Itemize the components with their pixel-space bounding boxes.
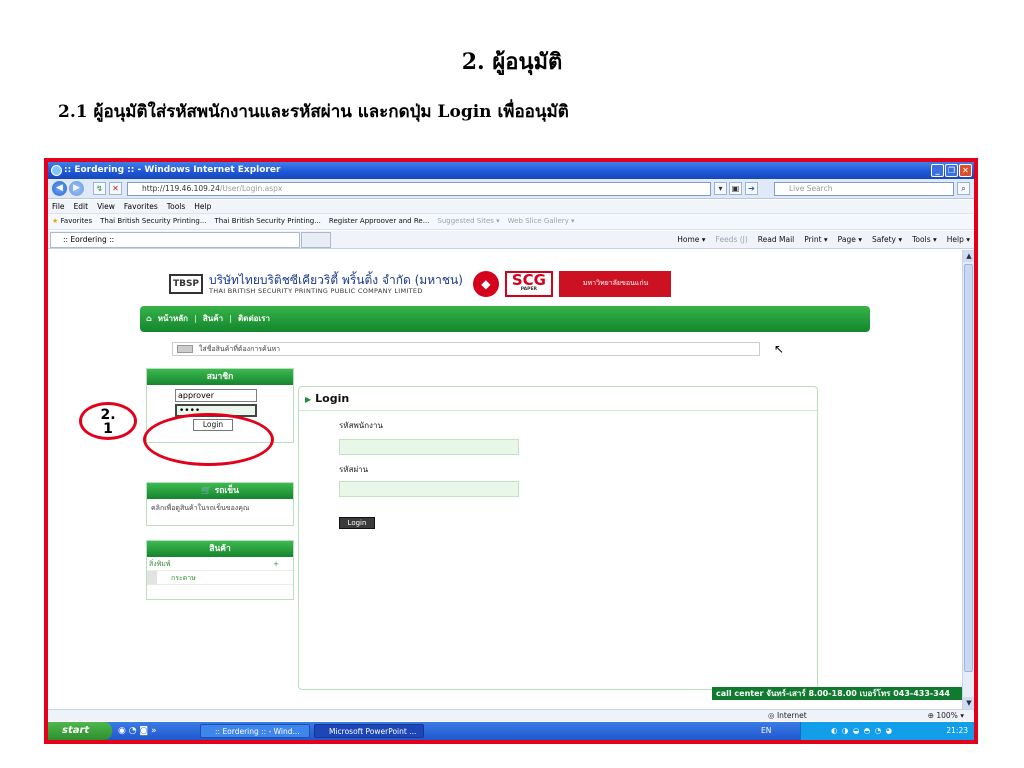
forward-icon[interactable]: ▶ bbox=[69, 181, 84, 196]
web-slice-gallery[interactable]: Web Slice Gallery ▾ bbox=[508, 214, 575, 229]
menu-favorites[interactable]: Favorites bbox=[124, 200, 158, 213]
cart-title: 🛒 รถเข็น bbox=[147, 483, 293, 499]
quick-launch: ◉ ◔ ◙ » bbox=[118, 726, 157, 736]
member-title: สมาชิก bbox=[147, 369, 293, 385]
home-button[interactable]: Home ▾ bbox=[677, 231, 705, 249]
login-button[interactable]: Login bbox=[339, 517, 375, 529]
login-panel: ▶ Login รหัสพนักงาน รหัสผ่าน Login bbox=[298, 386, 818, 690]
products-box: สินค้า สิ่งพิมพ์ + กระดาษ bbox=[146, 540, 294, 600]
slide-subheading: 2.1 ผู้อนุมัติใส่รหัสพนักงานและรหัสผ่าน … bbox=[58, 102, 569, 122]
recent-pages-icon[interactable]: ↯ bbox=[93, 182, 106, 195]
menu-bar: File Edit View Favorites Tools Help bbox=[48, 200, 974, 213]
page-viewport: TBSP บริษัทไทยบริติชซีเคียวริตี้ พริ้นติ… bbox=[48, 250, 962, 709]
tbsp-logo: TBSP bbox=[169, 274, 203, 294]
search-icon[interactable]: ⌕ bbox=[957, 182, 970, 195]
back-icon[interactable]: ◀ bbox=[52, 181, 67, 196]
windows-taskbar: start ◉ ◔ ◙ » :: Eordering :: - Wind... … bbox=[48, 722, 974, 740]
address-bar-row: ◀ ▶ ↯ ✕ http://119.46.109.24/User/Login.… bbox=[48, 179, 974, 199]
suggested-sites[interactable]: Suggested Sites ▾ bbox=[437, 214, 499, 229]
scroll-up-icon[interactable]: ▲ bbox=[963, 250, 974, 262]
call-center-banner: call center จันทร์-เสาร์ 8.00-18.00 เบอร… bbox=[712, 687, 962, 700]
help-menu[interactable]: Help ▾ bbox=[947, 231, 970, 249]
scroll-thumb[interactable] bbox=[964, 264, 973, 672]
feeds-button[interactable]: Feeds (J) bbox=[716, 231, 748, 249]
home-icon: ⌂ bbox=[146, 314, 152, 323]
compat-view-icon[interactable]: ▣ bbox=[729, 182, 742, 195]
command-bar: :: Eordering :: Home ▾ Feeds (J) Read Ma… bbox=[48, 231, 974, 249]
site-nav: ⌂ หน้าหลัก | สินค้า | ติดต่อเรา bbox=[140, 306, 870, 332]
minimize-button[interactable]: _ bbox=[931, 164, 944, 177]
new-tab-button[interactable] bbox=[301, 232, 331, 248]
site-header: TBSP บริษัทไทยบริติชซีเคียวริตี้ พริ้นติ… bbox=[169, 268, 671, 300]
stop-icon[interactable]: ✕ bbox=[109, 182, 122, 195]
menu-edit[interactable]: Edit bbox=[74, 200, 89, 213]
read-mail-button[interactable]: Read Mail bbox=[758, 231, 794, 249]
scg-logo: SCG PAPER bbox=[504, 271, 553, 297]
mouse-cursor-icon: ↖ bbox=[774, 342, 785, 356]
taskbar-item-ie[interactable]: :: Eordering :: - Wind... bbox=[200, 724, 310, 738]
start-button[interactable]: start bbox=[48, 722, 112, 740]
member-username-input[interactable]: approver bbox=[175, 389, 257, 402]
menu-file[interactable]: File bbox=[52, 200, 65, 213]
go-icon[interactable]: ➔ bbox=[745, 182, 758, 195]
menu-tools[interactable]: Tools bbox=[167, 200, 185, 213]
page-menu[interactable]: Page ▾ bbox=[838, 231, 862, 249]
employee-id-input[interactable] bbox=[339, 439, 519, 455]
product-search-input[interactable]: ใส่ชื่อสินค้าที่ต้องการค้นหา bbox=[172, 342, 760, 356]
cart-icon: 🛒 bbox=[201, 486, 212, 496]
keyboard-icon bbox=[177, 345, 193, 353]
password-label: รหัสผ่าน bbox=[339, 465, 369, 474]
favorite-link[interactable]: Register Approover and Re... bbox=[329, 214, 430, 229]
browser-tab[interactable]: :: Eordering :: bbox=[50, 232, 300, 248]
vertical-scrollbar[interactable]: ▲ ▼ bbox=[962, 250, 974, 709]
arrow-right-icon: ▶ bbox=[305, 395, 312, 404]
close-button[interactable]: ✕ bbox=[959, 164, 972, 177]
window-titlebar: :: Eordering :: - Windows Internet Explo… bbox=[48, 162, 974, 179]
security-zone: ◎ Internet bbox=[768, 711, 807, 720]
view-cart-link[interactable]: คลิกเพื่อดูสินค้าในรถเข็นของคุณ bbox=[147, 499, 293, 518]
status-bar: ◎ Internet ⊕ 100% ▾ bbox=[48, 709, 974, 721]
company-name: บริษัทไทยบริติชซีเคียวริตี้ พริ้นติ้ง จำ… bbox=[209, 272, 463, 295]
restore-button[interactable]: ❐ bbox=[945, 164, 958, 177]
products-title: สินค้า bbox=[147, 541, 293, 557]
tray-icons: ◐ ◑ ◒ ◓ ◔ ◕ bbox=[831, 726, 894, 735]
system-tray: EN ◐ ◑ ◒ ◓ ◔ ◕ 21:23 bbox=[761, 722, 974, 740]
menu-help[interactable]: Help bbox=[194, 200, 211, 213]
clock: 21:23 bbox=[946, 726, 968, 735]
favorite-link[interactable]: Thai British Security Printing... bbox=[215, 214, 321, 229]
cart-box: 🛒 รถเข็น คลิกเพื่อดูสินค้าในรถเข็นของคุณ bbox=[146, 482, 294, 526]
url-input[interactable]: http://119.46.109.24/User/Login.aspx bbox=[127, 182, 711, 196]
taskbar-item-powerpoint[interactable]: Microsoft PowerPoint ... bbox=[314, 724, 424, 738]
nav-contact[interactable]: ติดต่อเรา bbox=[238, 306, 270, 332]
nav-home[interactable]: หน้าหลัก bbox=[158, 306, 188, 332]
tools-menu[interactable]: Tools ▾ bbox=[912, 231, 937, 249]
live-search-input[interactable]: Live Search bbox=[774, 182, 954, 196]
ie-icon bbox=[51, 165, 62, 176]
favorites-bar: ★ Favorites Thai British Security Printi… bbox=[48, 213, 974, 230]
login-heading: ▶ Login bbox=[299, 387, 817, 411]
category-item[interactable]: สิ่งพิมพ์ + bbox=[147, 557, 293, 571]
star-icon: ★ bbox=[52, 217, 59, 225]
nav-products[interactable]: สินค้า bbox=[203, 306, 223, 332]
slide-heading: 2. ผู้อนุมัติ bbox=[461, 49, 563, 75]
subcategory-item[interactable]: กระดาษ bbox=[147, 571, 293, 585]
scg-emblem-icon: ◆ bbox=[472, 271, 499, 297]
favorites-button[interactable]: ★ Favorites bbox=[52, 214, 92, 229]
step-callout: 2. 1 bbox=[79, 402, 137, 440]
print-button[interactable]: Print ▾ bbox=[804, 231, 827, 249]
university-logo: มหาวิทยาลัยขอนแก่น bbox=[558, 271, 671, 297]
employee-id-label: รหัสพนักงาน bbox=[339, 421, 383, 430]
zoom-level[interactable]: ⊕ 100% ▾ bbox=[928, 710, 964, 722]
window-title: :: Eordering :: - Windows Internet Explo… bbox=[64, 165, 281, 175]
favorite-link[interactable]: Thai British Security Printing... bbox=[100, 214, 206, 229]
password-input[interactable] bbox=[339, 481, 519, 497]
safety-menu[interactable]: Safety ▾ bbox=[872, 231, 902, 249]
language-indicator[interactable]: EN bbox=[761, 722, 771, 740]
scroll-down-icon[interactable]: ▼ bbox=[963, 697, 974, 709]
menu-view[interactable]: View bbox=[97, 200, 115, 213]
highlight-oval bbox=[143, 413, 274, 466]
url-dropdown-icon[interactable]: ▾ bbox=[714, 182, 727, 195]
